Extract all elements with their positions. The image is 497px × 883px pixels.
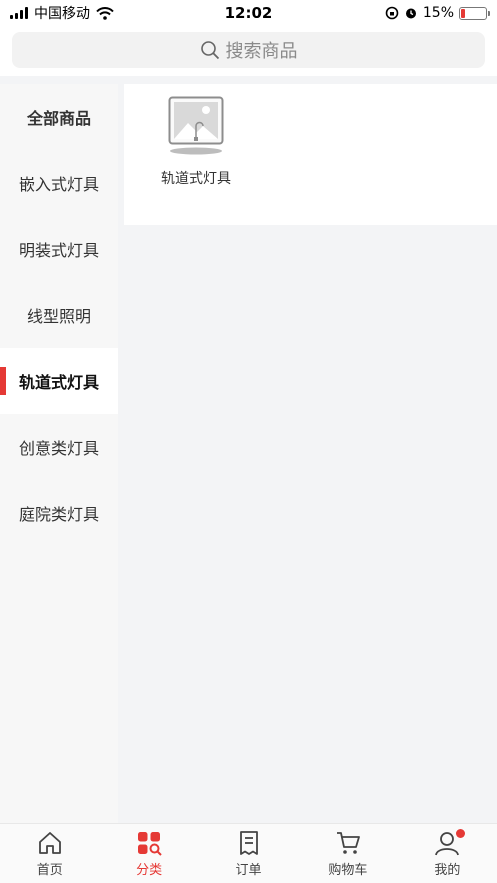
signal-icon <box>10 7 28 19</box>
notification-dot <box>455 829 465 838</box>
tab-category-label: 分类 <box>136 862 163 878</box>
status-left: 中国移动 <box>10 3 114 23</box>
tab-order[interactable]: 订单 <box>199 824 298 883</box>
status-bar: 中国移动 12:02 15% <box>0 0 497 26</box>
rotation-lock-icon <box>385 6 399 20</box>
wifi-icon <box>96 6 114 20</box>
search-icon <box>200 41 219 60</box>
tab-home[interactable]: 首页 <box>0 824 99 883</box>
category-icon <box>138 831 162 856</box>
tab-profile[interactable]: 我的 <box>398 824 497 883</box>
tab-cart[interactable]: 购物车 <box>298 824 397 883</box>
tab-cart-label: 购物车 <box>328 862 368 878</box>
sidebar-item-track[interactable]: 轨道式灯具 <box>0 348 118 414</box>
cart-icon <box>336 831 360 854</box>
sidebar-item-all[interactable]: 全部商品 <box>0 84 118 150</box>
sidebar-item-surface-mounted[interactable]: 明装式灯具 <box>0 216 118 282</box>
image-placeholder-icon <box>168 96 224 155</box>
subcategory-item[interactable]: 轨道式灯具 <box>156 96 236 188</box>
status-right: 15% <box>385 5 490 21</box>
tab-profile-label: 我的 <box>434 862 461 878</box>
search-placeholder: 搜索商品 <box>225 41 298 62</box>
sidebar-item-linear[interactable]: 线型照明 <box>0 282 118 348</box>
search-bar[interactable]: 搜索商品 <box>12 32 485 68</box>
tab-order-label: 订单 <box>235 862 262 878</box>
alarm-icon <box>405 8 416 19</box>
tab-home-label: 首页 <box>36 862 63 878</box>
category-content: 轨道式灯具 <box>118 84 497 823</box>
sidebar-item-garden[interactable]: 庭院类灯具 <box>0 480 118 546</box>
subcategory-name: 轨道式灯具 <box>161 171 231 187</box>
sidebar-item-creative[interactable]: 创意类灯具 <box>0 414 118 480</box>
home-icon <box>38 831 61 854</box>
subcategory-grid: 轨道式灯具 <box>124 84 497 225</box>
order-icon <box>239 830 258 855</box>
battery-fill <box>461 8 465 18</box>
bottom-tab-bar: 首页 分类 订单 购物车 我的 <box>0 823 497 883</box>
battery-icon <box>459 6 490 20</box>
carrier-label: 中国移动 <box>34 6 90 22</box>
sidebar-item-recessed[interactable]: 嵌入式灯具 <box>0 150 118 216</box>
category-sidebar: 全部商品 嵌入式灯具 明装式灯具 线型照明 轨道式灯具 创意类灯具 庭院类灯具 <box>0 84 118 823</box>
battery-percent: 15% <box>422 5 454 21</box>
tab-category[interactable]: 分类 <box>99 824 198 883</box>
header-divider <box>0 76 497 84</box>
